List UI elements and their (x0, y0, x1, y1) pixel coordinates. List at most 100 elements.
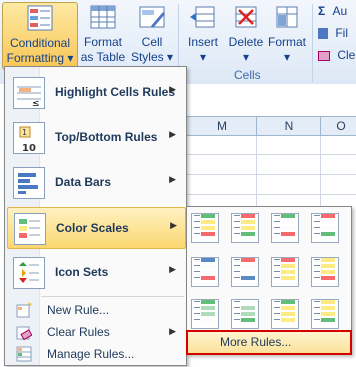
menu-item-new-rule[interactable]: New Rule... (7, 299, 184, 321)
menu-item-top-bottom-rules[interactable]: 1 10 Top/Bottom Rules ▶ (7, 117, 184, 157)
column-header-o[interactable]: O (320, 116, 356, 136)
clear-label: Cle (337, 48, 356, 62)
fill-button[interactable]: Fil (318, 26, 348, 40)
swatch-color (321, 220, 335, 224)
menu-item-label: Top/Bottom Rules (55, 130, 158, 144)
swatch-row-line (314, 301, 320, 302)
svg-text:≤: ≤ (32, 99, 40, 108)
menu-item-icon-sets[interactable]: Icon Sets ▶ (7, 252, 184, 292)
swatch-row-line (274, 307, 280, 308)
column-header-m[interactable]: M (186, 116, 258, 136)
swatch-color (321, 214, 335, 218)
delete-label-2: ▾ (242, 50, 250, 64)
insert-button[interactable]: Insert ▾ (182, 2, 224, 65)
menu-item-manage-rules[interactable]: Manage Rules... (7, 343, 184, 365)
swatch-color (241, 232, 255, 236)
swatch-color (321, 306, 335, 310)
swatch-color (201, 306, 215, 310)
swatch-color (201, 232, 215, 236)
format-label-2: ▾ (283, 50, 291, 64)
swatch-color (281, 258, 295, 262)
submenu-arrow-icon: ▶ (169, 129, 176, 139)
color-scale-swatch[interactable] (191, 257, 219, 287)
menu-item-label: New Rule... (47, 303, 110, 317)
swatch-row-line (194, 319, 200, 320)
swatch-color (241, 270, 255, 274)
swatch-row-line (234, 313, 240, 314)
swatch-row-line (234, 221, 240, 222)
swatch-row-line (194, 221, 200, 222)
swatch-color (241, 258, 255, 262)
menu-item-color-scales[interactable]: Color Scales ▶ (7, 207, 186, 249)
delete-button[interactable]: Delete ▾ (226, 2, 266, 65)
swatch-color (281, 270, 295, 274)
color-scale-swatch[interactable] (231, 213, 259, 243)
color-scale-swatch[interactable] (271, 257, 299, 287)
color-scale-swatch[interactable] (191, 213, 219, 243)
color-scale-swatch[interactable] (271, 213, 299, 243)
color-scale-swatch[interactable] (191, 299, 219, 329)
color-scales-icon (14, 213, 46, 245)
swatch-row (312, 318, 338, 324)
cell-styles-button[interactable]: Cell Styles ▾ (130, 2, 174, 65)
delete-label-1: Delete (228, 35, 264, 49)
swatch-color (321, 276, 335, 280)
swatch-color (241, 312, 255, 316)
gridline (320, 136, 321, 206)
top-bottom-icon: 1 10 (13, 122, 45, 154)
menu-item-highlight-cells-rules[interactable]: ≤ Highlight Cells Rules ▶ (7, 72, 184, 112)
eraser-icon (318, 50, 330, 61)
swatch-row-line (194, 307, 200, 308)
format-as-table-label-1: Format (83, 35, 122, 49)
swatch-row-line (234, 271, 240, 272)
cells-group-label: Cells (234, 68, 261, 82)
swatch-row (272, 276, 298, 282)
swatch-color (201, 318, 215, 322)
insert-label-2: ▾ (199, 50, 207, 64)
submenu-arrow-icon: ▶ (169, 264, 176, 274)
swatch-color (201, 270, 215, 274)
column-header-n[interactable]: N (256, 116, 322, 136)
icon-sets-icon (13, 257, 45, 289)
swatch-color (321, 232, 335, 236)
color-scale-swatch[interactable] (311, 213, 339, 243)
clear-button[interactable]: Cle (318, 48, 355, 62)
color-scale-swatch[interactable] (311, 257, 339, 287)
swatch-color (241, 220, 255, 224)
swatch-color (321, 226, 335, 230)
swatch-color (241, 226, 255, 230)
more-rules-button[interactable]: More Rules... (186, 330, 352, 355)
swatch-color (281, 318, 295, 322)
format-label-1: Format (267, 35, 306, 49)
swatch-row-line (234, 319, 240, 320)
conditional-formatting-button[interactable]: Conditional Formatting ▾ (2, 2, 78, 70)
swatch-color (281, 264, 295, 268)
gridline (186, 174, 356, 175)
swatch-row-line (274, 259, 280, 260)
autosum-label: Au (332, 4, 348, 18)
swatch-color (241, 306, 255, 310)
data-bars-icon (13, 167, 45, 199)
swatch-color (241, 300, 255, 304)
autosum-button[interactable]: Σ Au (318, 4, 347, 18)
menu-item-label: Icon Sets (55, 265, 109, 279)
gridline (186, 154, 356, 155)
color-scale-swatch[interactable] (311, 299, 339, 329)
swatch-row-line (274, 301, 280, 302)
swatch-color (321, 258, 335, 262)
swatch-row (272, 232, 298, 238)
swatch-row-line (314, 227, 320, 228)
menu-item-data-bars[interactable]: Data Bars ▶ (7, 162, 184, 202)
format-button[interactable]: Format ▾ (266, 2, 308, 65)
color-scale-swatch[interactable] (271, 299, 299, 329)
color-scale-swatch[interactable] (231, 299, 259, 329)
color-scale-swatch[interactable] (231, 257, 259, 287)
swatch-row-line (234, 301, 240, 302)
menu-item-clear-rules[interactable]: Clear Rules ▶ (7, 321, 184, 343)
swatch-color (281, 226, 295, 230)
table-icon (88, 2, 118, 32)
swatch-row (312, 276, 338, 282)
new-rule-icon (16, 302, 32, 318)
submenu-arrow-icon: ▶ (170, 220, 177, 230)
swatch-color (321, 264, 335, 268)
